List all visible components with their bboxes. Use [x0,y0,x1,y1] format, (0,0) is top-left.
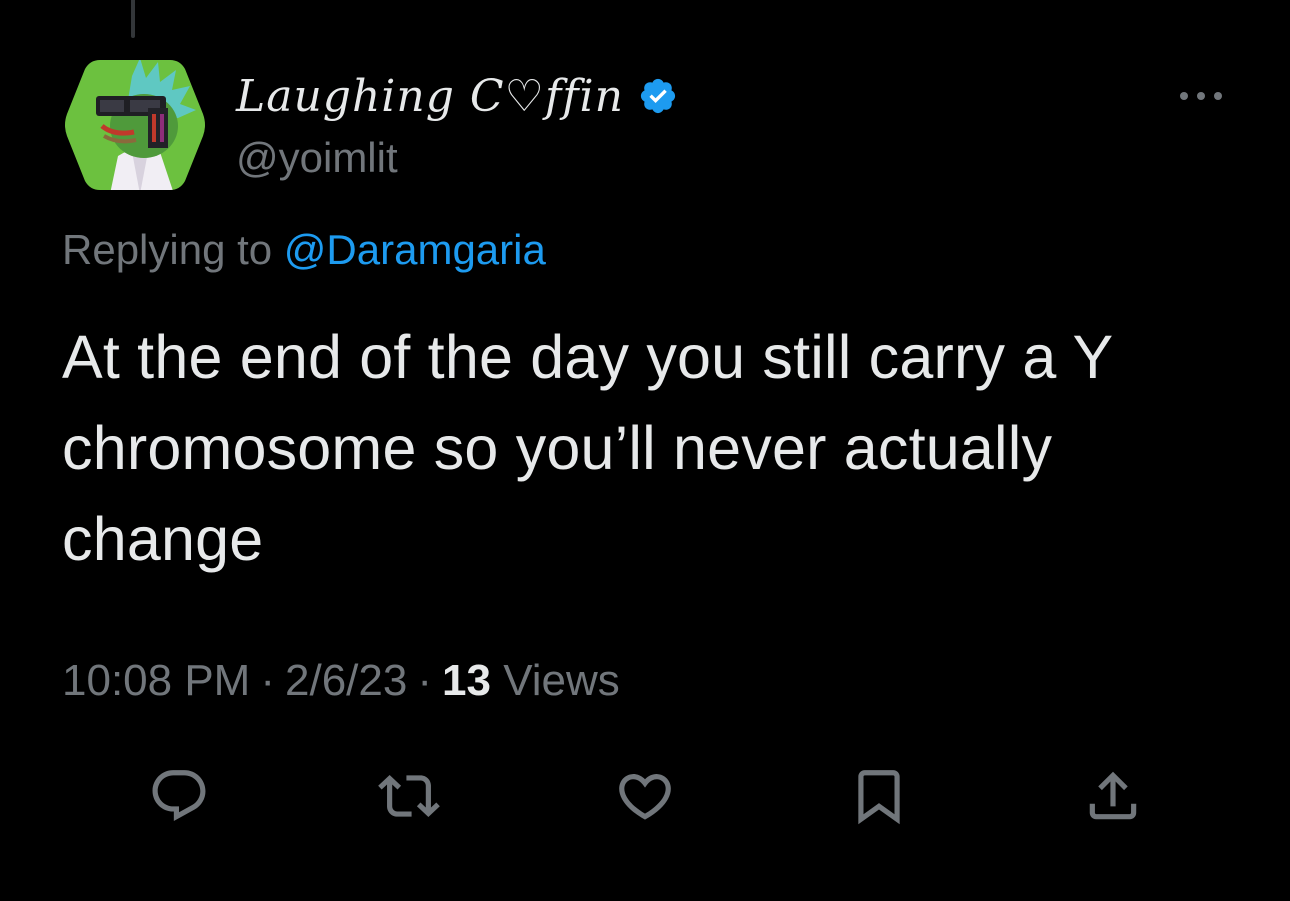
tweet-text: At the end of the day you still carry a … [62,323,1113,573]
replying-to-handle-link[interactable]: @Daramgaria [284,226,546,273]
bookmark-icon [858,770,900,825]
more-dots-icon [1180,92,1222,100]
author-display-name[interactable]: Laughing C♡ffin [236,71,624,122]
tweet-time[interactable]: 10:08 PM [62,656,250,705]
views-count[interactable]: 13 [442,656,491,705]
meta-separator: · [417,656,432,705]
share-button[interactable] [1082,765,1144,827]
avatar[interactable] [62,56,208,194]
like-icon [619,774,671,820]
verified-badge-icon [640,78,676,114]
share-icon [1089,771,1137,820]
tweet-meta: 10:08 PM · 2/6/23 · 13 Views [62,656,620,706]
tweet-date[interactable]: 2/6/23 [285,656,407,705]
retweet-button[interactable] [378,765,440,827]
replying-to-line: Replying to @Daramgaria [62,226,546,274]
views-label[interactable]: Views [503,656,620,705]
author-handle[interactable]: @yoimlit [236,134,398,182]
bookmark-button[interactable] [848,765,910,827]
reply-icon [152,770,206,822]
more-options-button[interactable] [1176,86,1226,106]
retweet-icon [378,775,440,817]
author-name-row[interactable]: Laughing C♡ffin [236,64,678,128]
like-button[interactable] [614,765,676,827]
meta-separator: · [260,656,275,705]
replying-to-label: Replying to [62,226,273,273]
reply-button[interactable] [148,765,210,827]
thread-connector-line [131,0,135,38]
